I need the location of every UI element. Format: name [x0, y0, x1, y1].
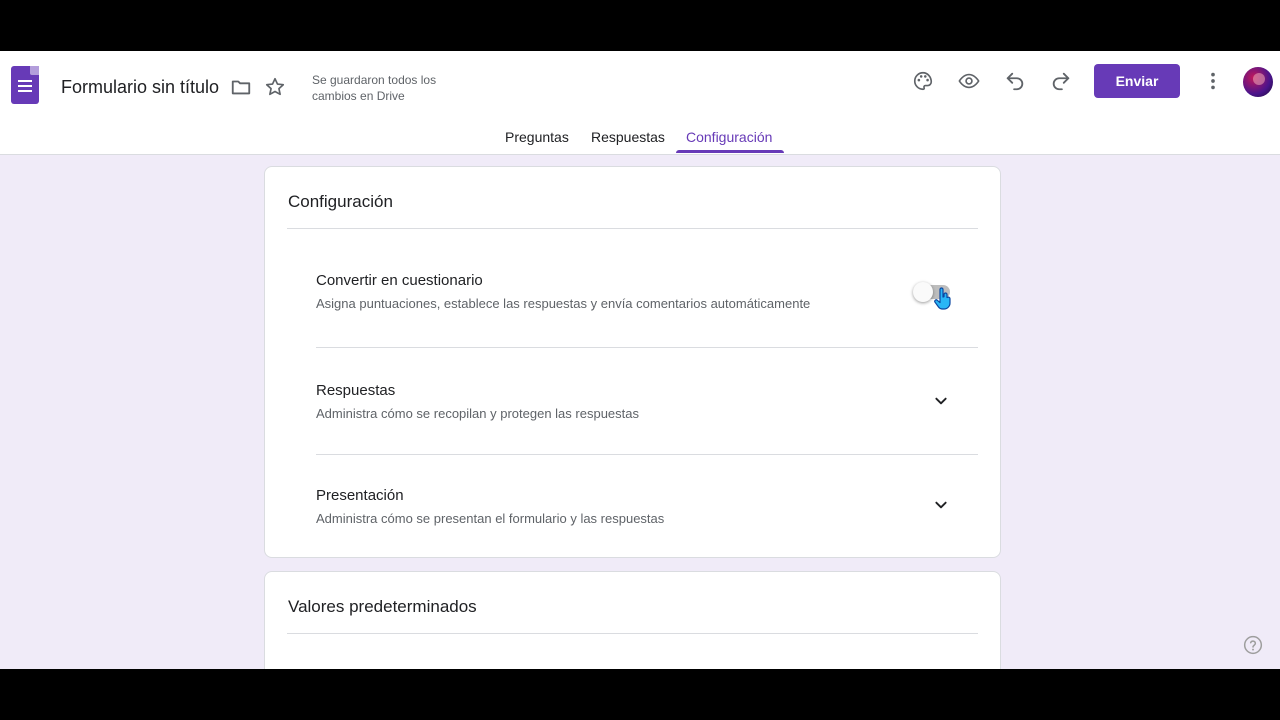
settings-card: Configuración Convertir en cuestionario …: [264, 166, 1001, 558]
star-icon[interactable]: [261, 73, 289, 101]
responses-setting-title: Respuestas: [316, 382, 396, 399]
presentation-chevron-down-icon[interactable]: [931, 495, 951, 515]
defaults-title: Valores predeterminados: [288, 597, 477, 616]
divider: [287, 228, 978, 229]
undo-icon[interactable]: [1001, 67, 1029, 95]
hand-cursor-icon: [934, 287, 952, 311]
active-tab-indicator: [676, 150, 784, 153]
divider: [287, 633, 978, 634]
settings-title: Configuración: [288, 192, 393, 211]
tab-bar: Preguntas Respuestas Configuración: [0, 126, 1280, 155]
app-header: Formulario sin título Se guardaron todos…: [0, 51, 1280, 155]
responses-chevron-down-icon[interactable]: [931, 391, 951, 411]
quiz-setting-title: Convertir en cuestionario: [316, 272, 483, 289]
tab-configuracion[interactable]: Configuración: [686, 129, 772, 145]
quiz-setting-description: Asigna puntuaciones, establece las respu…: [316, 296, 811, 311]
palette-icon[interactable]: [909, 67, 937, 95]
presentation-setting-description: Administra cómo se presentan el formular…: [316, 511, 665, 526]
redo-icon[interactable]: [1047, 67, 1075, 95]
form-title[interactable]: Formulario sin título: [61, 77, 219, 98]
save-status-line1: Se guardaron todos los: [312, 73, 437, 87]
divider: [316, 347, 978, 348]
avatar[interactable]: [1243, 67, 1273, 97]
tab-respuestas[interactable]: Respuestas: [591, 129, 665, 145]
more-vert-icon[interactable]: [1199, 67, 1227, 95]
defaults-card: Valores predeterminados: [264, 571, 1001, 669]
forms-settings-screen: Formulario sin título Se guardaron todos…: [0, 51, 1280, 669]
responses-setting-description: Administra cómo se recopilan y protegen …: [316, 406, 639, 421]
save-status-line2: cambios en Drive: [312, 89, 405, 103]
eye-icon[interactable]: [955, 67, 983, 95]
folder-icon[interactable]: [227, 73, 255, 101]
presentation-setting-title: Presentación: [316, 487, 404, 504]
tab-preguntas[interactable]: Preguntas: [505, 129, 569, 145]
help-icon[interactable]: [1243, 635, 1263, 655]
divider: [316, 454, 978, 455]
forms-app-icon[interactable]: [11, 66, 39, 104]
send-button[interactable]: Enviar: [1094, 64, 1180, 98]
save-status: Se guardaron todos los cambios en Drive: [312, 72, 452, 104]
